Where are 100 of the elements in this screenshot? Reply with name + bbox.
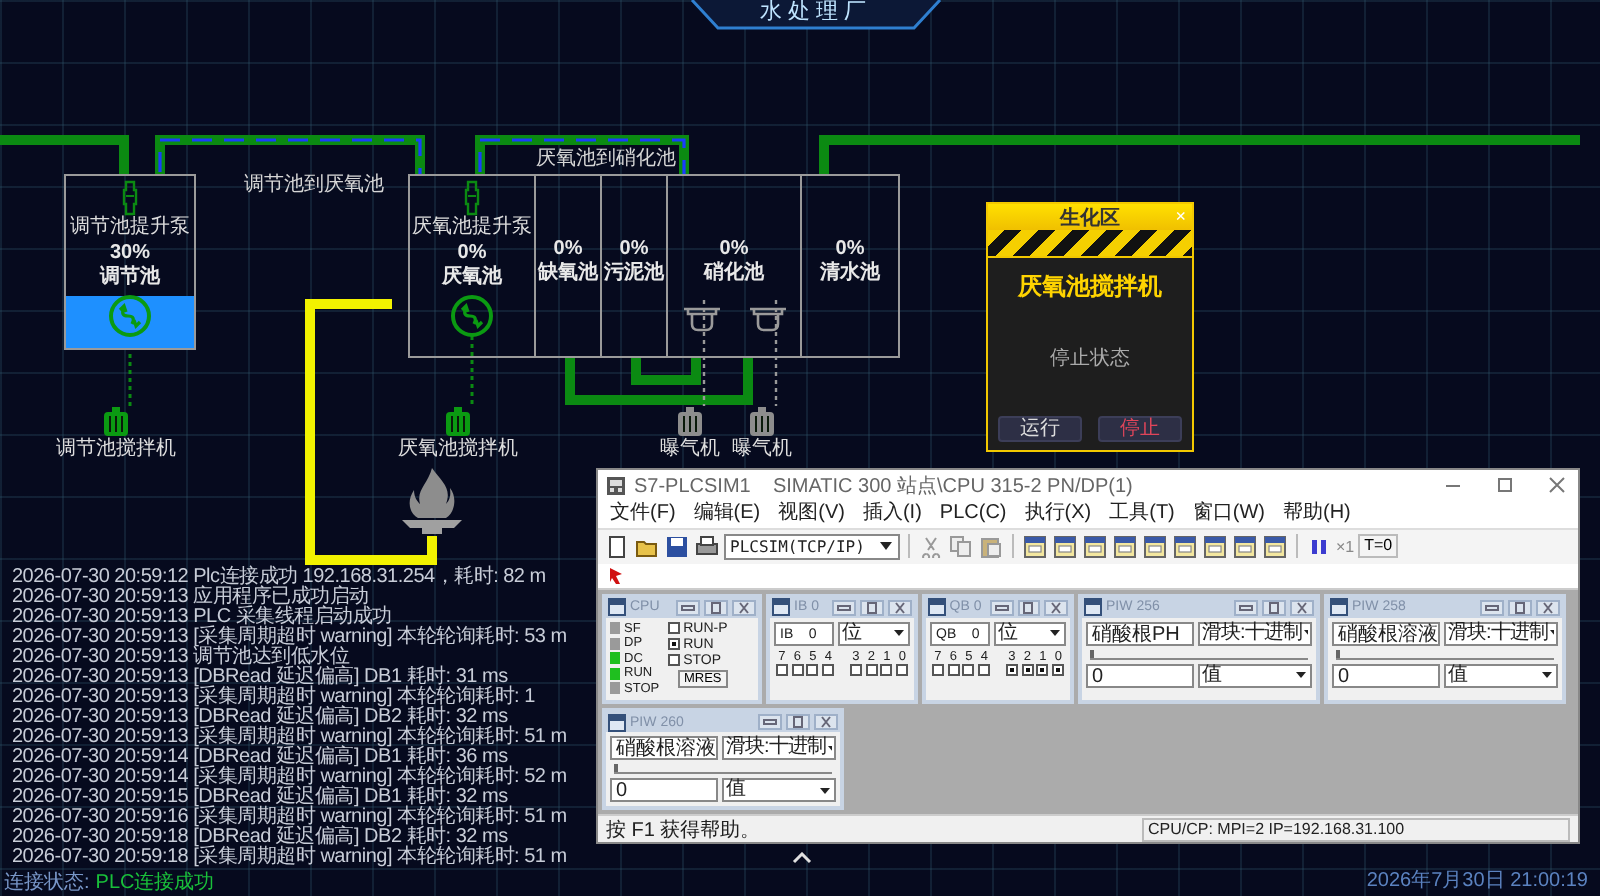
motor-icon[interactable] <box>676 406 704 438</box>
tank[interactable]: 0% 硝化池 <box>666 174 802 358</box>
window-icon[interactable] <box>1084 535 1106 558</box>
bit-checkbox[interactable] <box>947 663 960 675</box>
bit-checkbox[interactable] <box>849 663 862 675</box>
save-icon[interactable] <box>666 535 688 558</box>
menu-item[interactable]: PLC(C) <box>939 502 1007 527</box>
pump-icon[interactable] <box>462 180 482 216</box>
restore-button[interactable] <box>1508 599 1532 615</box>
close-button[interactable] <box>1290 599 1314 615</box>
motor-icon[interactable] <box>102 406 130 438</box>
pause-icon[interactable] <box>1308 535 1330 558</box>
menu-item[interactable]: 插入(I) <box>862 502 922 527</box>
value-field[interactable]: 0 <box>1332 663 1440 687</box>
bit-checkbox[interactable] <box>775 663 788 675</box>
window-icon[interactable] <box>1204 535 1226 558</box>
cut-icon[interactable] <box>920 535 942 558</box>
window-icon[interactable] <box>1234 535 1256 558</box>
close-button[interactable] <box>1044 599 1068 615</box>
menu-item[interactable]: 窗口(W) <box>1192 502 1265 527</box>
symbol-field[interactable]: 硝酸根PH <box>1086 621 1194 645</box>
tank[interactable]: 0% 缺氧池 <box>534 174 602 358</box>
menu-item[interactable]: 帮助(H) <box>1283 502 1351 527</box>
pump-icon[interactable] <box>120 180 140 216</box>
bit-checkbox[interactable] <box>806 663 819 675</box>
window-icon[interactable] <box>1054 535 1076 558</box>
slider[interactable] <box>614 764 832 774</box>
format-dropdown[interactable]: 位 <box>838 621 910 645</box>
bit-checkbox[interactable] <box>822 663 835 675</box>
menu-item[interactable]: 编辑(E) <box>693 502 761 527</box>
bit-checkbox[interactable] <box>896 663 909 675</box>
open-folder-icon[interactable] <box>636 535 658 558</box>
minimize-button[interactable] <box>832 599 856 615</box>
format-dropdown[interactable]: 位 <box>994 621 1066 645</box>
bit-checkbox[interactable] <box>931 663 944 675</box>
format-dropdown[interactable]: 滑块:十进制 <box>722 736 836 760</box>
restore-button[interactable] <box>786 714 810 730</box>
window-icon[interactable] <box>1024 535 1046 558</box>
bit-checkbox[interactable] <box>1036 663 1049 675</box>
format-dropdown[interactable]: 滑块:十进制 <box>1198 621 1312 645</box>
bit-checkbox[interactable] <box>865 663 878 675</box>
symbol-field[interactable]: 硝酸根溶液 <box>1332 621 1440 645</box>
value-format-dropdown[interactable]: 值 <box>1444 663 1558 687</box>
slider[interactable] <box>1336 649 1554 659</box>
bit-checkbox[interactable] <box>1021 663 1034 675</box>
minimize-button[interactable] <box>758 714 782 730</box>
restore-button[interactable] <box>1017 599 1041 615</box>
print-icon[interactable] <box>696 535 718 558</box>
panel-icon <box>772 598 790 616</box>
symbol-field[interactable]: 硝酸根溶液 <box>610 736 718 760</box>
close-button[interactable] <box>732 599 756 615</box>
minimize-button[interactable] <box>676 599 700 615</box>
bit-checkbox[interactable] <box>962 663 975 675</box>
bit-checkbox[interactable] <box>1005 663 1018 675</box>
bit-checkbox[interactable] <box>978 663 991 675</box>
pin-icon[interactable] <box>606 565 626 586</box>
mixer-icon[interactable] <box>450 294 494 338</box>
value-field[interactable]: 0 <box>610 778 718 802</box>
menu-item[interactable]: 文件(F) <box>610 502 676 527</box>
window-icon[interactable] <box>1144 535 1166 558</box>
restore-button[interactable] <box>704 599 728 615</box>
tank[interactable]: 厌氧池提升泵 0% 厌氧池 <box>408 174 536 358</box>
close-button[interactable] <box>888 599 912 615</box>
motor-icon[interactable] <box>444 406 472 438</box>
window-icon[interactable] <box>1114 535 1136 558</box>
menu-item[interactable]: 工具(T) <box>1109 502 1175 527</box>
bit-checkbox[interactable] <box>1052 663 1065 675</box>
tank[interactable]: 调节池提升泵 30% 调节池 <box>64 174 196 350</box>
minimize-button[interactable] <box>1234 599 1258 615</box>
panel-icon <box>1330 598 1348 616</box>
paste-icon[interactable] <box>980 535 1002 558</box>
value-field[interactable]: 0 <box>1086 663 1194 687</box>
slider[interactable] <box>1090 649 1308 659</box>
bit-checkbox[interactable] <box>880 663 893 675</box>
mixer-icon[interactable] <box>108 294 152 338</box>
copy-icon[interactable] <box>950 535 972 558</box>
timer-reset-button[interactable]: T=0 <box>1358 534 1399 559</box>
interface-dropdown[interactable]: PLCSIM(TCP/IP) <box>724 533 900 560</box>
expand-up-icon[interactable] <box>792 852 812 864</box>
tank[interactable]: 0% 污泥池 <box>600 174 668 358</box>
new-file-icon[interactable] <box>606 535 628 558</box>
close-button[interactable] <box>814 714 838 730</box>
run-button[interactable]: 运行 <box>998 416 1082 442</box>
diffuser-icon <box>681 306 721 332</box>
value-format-dropdown[interactable]: 值 <box>1198 663 1312 687</box>
tank-level-text: 0% <box>457 242 487 265</box>
minimize-button[interactable] <box>989 599 1014 615</box>
value-format-dropdown[interactable]: 值 <box>722 778 836 802</box>
restore-button[interactable] <box>860 599 884 615</box>
menu-item[interactable]: 视图(V) <box>778 502 845 527</box>
window-icon[interactable] <box>1174 535 1196 558</box>
close-button[interactable] <box>1536 599 1560 615</box>
window-icon[interactable] <box>1264 535 1286 558</box>
bit-checkbox[interactable] <box>791 663 804 675</box>
minimize-button[interactable] <box>1480 599 1504 615</box>
format-dropdown[interactable]: 滑块:十进制 <box>1444 621 1558 645</box>
menu-item[interactable]: 执行(X) <box>1024 502 1092 527</box>
tank[interactable]: 0% 清水池 <box>800 174 900 358</box>
restore-button[interactable] <box>1262 599 1286 615</box>
motor-icon[interactable] <box>748 406 776 438</box>
